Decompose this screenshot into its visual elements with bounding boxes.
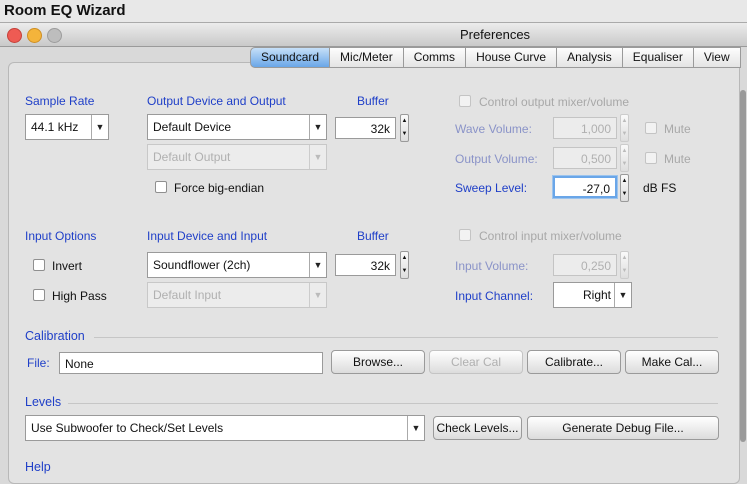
tab-analysis[interactable]: Analysis — [557, 47, 623, 68]
sweep-level-unit: dB FS — [643, 181, 677, 195]
tab-mic-meter[interactable]: Mic/Meter — [330, 47, 404, 68]
control-output-mixer-checkbox[interactable] — [459, 95, 471, 107]
input-device-value: Soundflower (2ch) — [153, 258, 251, 272]
chevron-down-icon: ▼ — [614, 283, 631, 307]
chevron-down-icon: ▼ — [309, 253, 326, 277]
output-buffer-field[interactable]: 32k — [335, 117, 396, 139]
invert-label: Invert — [52, 259, 83, 273]
control-input-mixer-label: Control input mixer/volume — [479, 229, 622, 243]
input-device-label: Input Device and Input — [147, 229, 268, 243]
generate-debug-file-button[interactable]: Generate Debug File... — [527, 416, 719, 440]
sweep-level-field[interactable]: -27,0 — [553, 176, 617, 198]
input-volume-stepper[interactable]: ▲ ▼ — [620, 251, 629, 279]
sweep-level-stepper[interactable]: ▲ ▼ — [620, 174, 629, 202]
tab-comms[interactable]: Comms — [403, 47, 467, 68]
input-select[interactable]: Default Input ▼ — [147, 282, 327, 308]
control-input-mixer-checkbox[interactable] — [459, 229, 471, 241]
sweep-level-label: Sweep Level: — [455, 181, 528, 195]
app-name[interactable]: Room EQ Wizard — [4, 2, 126, 19]
calibration-heading: Calibration — [25, 329, 85, 343]
wave-mute-label: Mute — [664, 122, 691, 136]
force-big-endian-checkbox[interactable] — [155, 181, 167, 193]
chevron-down-icon: ▼ — [309, 283, 326, 307]
input-volume-field[interactable]: 0,250 — [553, 254, 617, 276]
levels-mode-select[interactable]: Use Subwoofer to Check/Set Levels ▼ — [25, 415, 425, 441]
calibration-divider — [94, 337, 718, 338]
invert-checkbox[interactable] — [33, 259, 45, 271]
output-device-select[interactable]: Default Device ▼ — [147, 114, 327, 140]
tab-equaliser[interactable]: Equaliser — [622, 47, 694, 68]
output-mute-label: Mute — [664, 152, 691, 166]
output-value: Default Output — [153, 150, 231, 164]
input-options-label: Input Options — [25, 229, 97, 243]
input-channel-label: Input Channel: — [455, 289, 534, 303]
cal-file-label: File: — [27, 356, 50, 370]
make-cal-button[interactable]: Make Cal... — [625, 350, 719, 374]
levels-divider — [68, 403, 718, 404]
window-title: Preferences — [459, 27, 531, 42]
output-select[interactable]: Default Output ▼ — [147, 144, 327, 170]
sample-rate-select[interactable]: 44.1 kHz ▼ — [25, 114, 109, 140]
input-buffer-label: Buffer — [357, 229, 389, 243]
tab-view[interactable]: View — [693, 47, 741, 68]
output-volume-field[interactable]: 0,500 — [553, 147, 617, 169]
wave-mute-checkbox[interactable] — [645, 122, 657, 134]
tab-soundcard[interactable]: Soundcard — [250, 47, 331, 68]
output-mute-checkbox[interactable] — [645, 152, 657, 164]
input-value: Default Input — [153, 288, 222, 302]
input-device-select[interactable]: Soundflower (2ch) ▼ — [147, 252, 327, 278]
clear-cal-button[interactable]: Clear Cal — [429, 350, 523, 374]
high-pass-label: High Pass — [52, 289, 107, 303]
help-heading: Help — [25, 460, 51, 474]
chevron-down-icon: ▼ — [407, 416, 424, 440]
cal-file-field[interactable]: None — [59, 352, 323, 374]
output-device-label: Output Device and Output — [147, 94, 286, 108]
chevron-down-icon: ▼ — [309, 145, 326, 169]
output-buffer-label: Buffer — [357, 94, 389, 108]
output-device-value: Default Device — [153, 120, 232, 134]
sample-rate-label: Sample Rate — [25, 94, 95, 108]
browse-button[interactable]: Browse... — [331, 350, 425, 374]
wave-volume-field[interactable]: 1,000 — [553, 117, 617, 139]
calibrate-button[interactable]: Calibrate... — [527, 350, 621, 374]
tab-bar: Soundcard Mic/Meter Comms House Curve An… — [250, 47, 741, 68]
tab-house-curve[interactable]: House Curve — [466, 47, 558, 68]
force-big-endian-label: Force big-endian — [174, 181, 265, 195]
output-buffer-stepper[interactable]: ▲ ▼ — [400, 114, 409, 142]
high-pass-checkbox[interactable] — [33, 289, 45, 301]
input-buffer-stepper[interactable]: ▲ ▼ — [400, 251, 409, 279]
input-volume-label: Input Volume: — [455, 259, 529, 273]
control-output-mixer-label: Control output mixer/volume — [479, 95, 630, 109]
levels-heading: Levels — [25, 395, 62, 409]
output-volume-stepper[interactable]: ▲ ▼ — [620, 144, 629, 172]
levels-mode-value: Use Subwoofer to Check/Set Levels — [31, 421, 224, 435]
sample-rate-value: 44.1 kHz — [31, 120, 79, 134]
chevron-down-icon: ▼ — [91, 115, 108, 139]
input-channel-select[interactable]: Right ▼ — [553, 282, 632, 308]
chevron-down-icon: ▼ — [309, 115, 326, 139]
input-buffer-field[interactable]: 32k — [335, 254, 396, 276]
window-titlebar[interactable]: Preferences — [0, 22, 747, 47]
wave-volume-stepper[interactable]: ▲ ▼ — [620, 114, 629, 142]
vertical-scrollbar[interactable] — [740, 90, 746, 442]
output-volume-label: Output Volume: — [455, 152, 538, 166]
wave-volume-label: Wave Volume: — [455, 122, 532, 136]
check-levels-button[interactable]: Check Levels... — [433, 416, 522, 440]
